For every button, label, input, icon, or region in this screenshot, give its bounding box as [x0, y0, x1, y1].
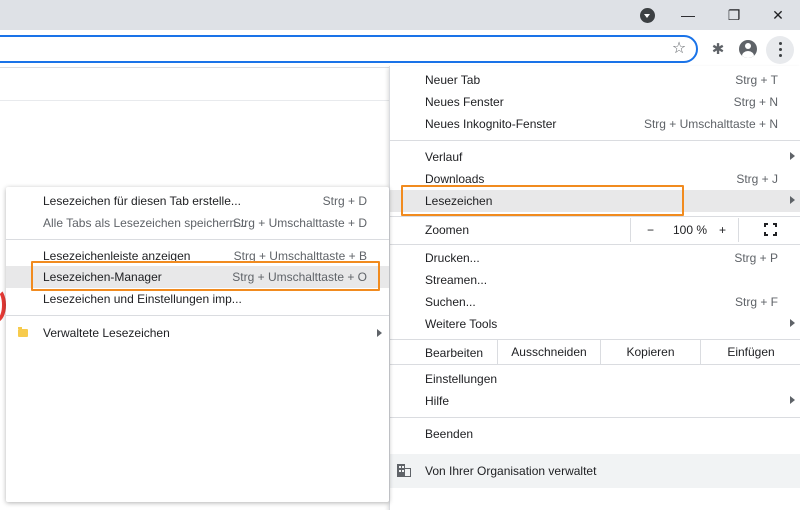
zoom-level: 100 %	[673, 223, 708, 237]
page-divider	[0, 100, 390, 101]
menu-item-more-tools[interactable]: Weitere Tools	[390, 313, 800, 335]
submenu-item-bookmark-manager[interactable]: Lesezeichen-Manager Strg + Umschalttaste …	[6, 266, 389, 288]
menu-separator	[390, 216, 800, 217]
close-icon: ✕	[772, 6, 784, 23]
zoom-label: Zoomen	[425, 223, 470, 237]
menu-item-find[interactable]: Suchen... Strg + F	[390, 291, 800, 313]
menu-separator	[390, 140, 800, 141]
menu-item-downloads[interactable]: Downloads Strg + J	[390, 168, 800, 190]
menu-separator	[390, 244, 800, 245]
menu-item-help[interactable]: Hilfe	[390, 390, 800, 412]
restore-button[interactable]: ❐	[712, 0, 756, 30]
bookmark-star-icon[interactable]: ☆	[670, 40, 688, 58]
menu-item-bookmarks[interactable]: Lesezeichen	[390, 190, 800, 212]
submenu-item-import-bookmarks[interactable]: Lesezeichen und Einstellungen imp...	[6, 288, 389, 310]
menu-separator	[390, 364, 800, 365]
bookmarks-submenu: Lesezeichen für diesen Tab erstelle... St…	[6, 187, 389, 502]
paste-button[interactable]: Einfügen	[700, 340, 800, 364]
profile-button[interactable]	[735, 36, 761, 62]
edit-row: Bearbeiten Ausschneiden Kopieren Einfüge…	[390, 340, 800, 364]
menu-separator	[6, 315, 389, 316]
submenu-item-bookmark-all-tabs[interactable]: Alle Tabs als Lesezeichen speichern... St…	[6, 212, 389, 234]
zoom-control: − 100 % +	[630, 218, 739, 242]
address-bar[interactable]	[0, 35, 698, 63]
fullscreen-icon[interactable]	[764, 223, 777, 236]
profile-dropdown-icon[interactable]	[640, 8, 655, 23]
menu-item-new-window[interactable]: Neues Fenster Strg + N	[390, 91, 800, 113]
menu-item-settings[interactable]: Einstellungen	[390, 368, 800, 390]
menu-separator	[390, 417, 800, 418]
chrome-main-menu: Neuer Tab Strg + T Neues Fenster Strg + N …	[389, 66, 800, 510]
submenu-arrow-icon	[790, 396, 795, 404]
restore-icon: ❐	[727, 6, 741, 23]
menu-item-print[interactable]: Drucken... Strg + P	[390, 247, 800, 269]
edit-label: Bearbeiten	[425, 346, 484, 360]
submenu-arrow-icon	[790, 152, 795, 160]
copy-button[interactable]: Kopieren	[600, 340, 700, 364]
zoom-in-button[interactable]: +	[719, 223, 726, 237]
submenu-arrow-icon	[377, 329, 382, 337]
kebab-menu-icon	[779, 42, 782, 58]
minimize-icon: —	[681, 7, 695, 23]
submenu-item-managed-bookmarks[interactable]: Verwaltete Lesezeichen	[6, 322, 389, 344]
menu-item-new-tab[interactable]: Neuer Tab Strg + T	[390, 69, 800, 91]
submenu-item-bookmark-this-tab[interactable]: Lesezeichen für diesen Tab erstelle... St…	[6, 190, 389, 212]
submenu-item-show-bookmarks-bar[interactable]: Lesezeichenleiste anzeigen Strg + Umschal…	[6, 245, 389, 267]
menu-item-exit[interactable]: Beenden	[390, 423, 800, 445]
extensions-icon[interactable]: ✱	[705, 36, 731, 62]
zoom-out-button[interactable]: −	[647, 223, 654, 237]
managed-by-organization[interactable]: Von Ihrer Organisation verwaltet	[390, 454, 800, 488]
submenu-arrow-icon	[790, 196, 795, 204]
minimize-button[interactable]: —	[666, 0, 710, 30]
menu-separator	[6, 239, 389, 240]
title-bar: — ❐ ✕	[0, 0, 800, 30]
close-button[interactable]: ✕	[756, 0, 800, 30]
menu-item-cast[interactable]: Streamen...	[390, 269, 800, 291]
cut-button[interactable]: Ausschneiden	[497, 340, 600, 364]
avatar-icon	[739, 40, 757, 58]
building-icon	[397, 464, 411, 477]
menu-item-new-incognito-window[interactable]: Neues Inkognito-Fenster Strg + Umschaltta…	[390, 113, 800, 135]
submenu-arrow-icon	[790, 319, 795, 327]
folder-icon	[18, 327, 28, 337]
zoom-row: Zoomen − 100 % +	[390, 218, 800, 242]
menu-item-history[interactable]: Verlauf	[390, 146, 800, 168]
